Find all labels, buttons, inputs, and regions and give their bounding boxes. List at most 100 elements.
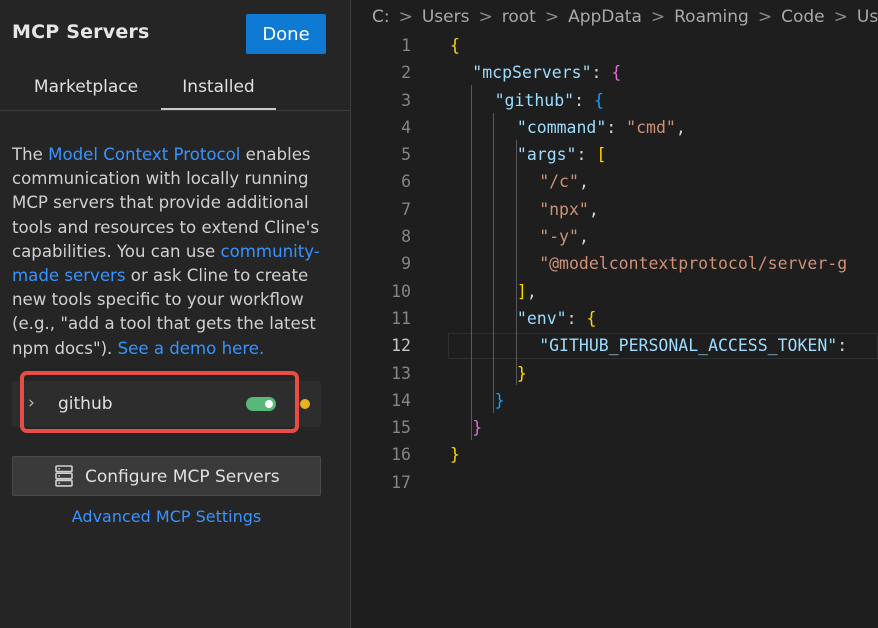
code-editor[interactable]: C:>Users>root>AppData>Roaming>Code>User>… (352, 0, 878, 628)
code-text: "mcpServers": { (472, 59, 621, 86)
done-button[interactable]: Done (246, 14, 326, 54)
demo-link[interactable]: See a demo here. (118, 339, 265, 358)
breadcrumb-segment[interactable]: AppData (568, 7, 642, 27)
code-token: : (566, 308, 587, 328)
line-number: 3 (401, 90, 411, 110)
line-number: 9 (401, 254, 411, 274)
code-text: } (450, 441, 460, 468)
panel-title: MCP Servers (12, 21, 150, 43)
code-text: "@modelcontextprotocol/server-g (539, 250, 847, 277)
code-line[interactable]: 9 "@modelcontextprotocol/server-g (352, 250, 878, 277)
code-text: "npx", (539, 196, 599, 223)
code-line[interactable]: 4 "command": "cmd", (352, 114, 878, 141)
code-line[interactable]: 8 "-y", (352, 223, 878, 250)
code-token: "cmd" (626, 117, 676, 137)
description-text: The (12, 145, 49, 164)
advanced-mcp-settings-link[interactable]: Advanced MCP Settings (0, 506, 333, 528)
code-token: ] (516, 281, 527, 301)
code-token: "mcpServers" (472, 63, 592, 83)
breadcrumb-segment[interactable]: Users (422, 7, 470, 27)
code-token: "@modelcontextprotocol/server-g (539, 254, 848, 274)
chevron-right-icon: > (833, 7, 848, 27)
code-token: : (576, 145, 597, 165)
code-text: "github": { (495, 87, 604, 114)
line-number: 4 (401, 117, 411, 137)
chevron-right-icon[interactable]: › (28, 393, 35, 413)
breadcrumb-segment[interactable]: root (502, 7, 536, 27)
code-token: { (450, 36, 460, 55)
code-line[interactable]: 1{ (352, 32, 878, 59)
breadcrumb-segment[interactable]: Code (781, 7, 825, 27)
server-enable-toggle[interactable] (246, 397, 276, 411)
breadcrumb-segment[interactable]: Roaming (674, 7, 749, 27)
code-token: "npx" (539, 199, 589, 219)
code-text: ], (517, 278, 537, 305)
line-number: 7 (401, 199, 411, 219)
code-token: "args" (516, 145, 577, 165)
code-text: { (450, 32, 460, 59)
code-token: "GITHUB_PERSONAL_ACCESS_TOKEN" (539, 336, 838, 356)
code-text: "command": "cmd", (517, 114, 686, 141)
breadcrumb: C:>Users>root>AppData>Roaming>Code>User>… (372, 5, 878, 29)
code-token: } (450, 445, 460, 465)
breadcrumb-segment[interactable]: C: (372, 7, 390, 27)
chevron-right-icon: > (478, 7, 493, 27)
code-token: "env" (516, 308, 567, 328)
line-number: 15 (391, 418, 411, 438)
code-token: , (578, 227, 589, 247)
configure-mcp-servers-button[interactable]: Configure MCP Servers (12, 456, 321, 496)
code-token: } (472, 418, 483, 438)
chevron-right-icon: > (398, 7, 413, 27)
code-token: { (586, 308, 597, 328)
code-line[interactable]: 17 (352, 469, 878, 496)
code-line[interactable]: 12 "GITHUB_PERSONAL_ACCESS_TOKEN": (352, 332, 878, 359)
code-line[interactable]: 5 "args": [ (352, 141, 878, 168)
code-line[interactable]: 3 "github": { (352, 87, 878, 114)
code-token: { (611, 63, 622, 83)
line-number: 12 (391, 336, 411, 356)
tab-installed[interactable]: Installed (161, 66, 276, 110)
server-stack-icon (55, 465, 73, 487)
code-line[interactable]: 11 "env": { (352, 305, 878, 332)
code-text: } (517, 360, 527, 387)
mcp-servers-panel: MCP Servers Done Marketplace Installed T… (0, 0, 351, 628)
indent-guide (516, 168, 517, 278)
code-line[interactable]: 16} (352, 441, 878, 468)
code-line[interactable]: 7 "npx", (352, 196, 878, 223)
line-number: 11 (391, 308, 411, 328)
code-line[interactable]: 6 "/c", (352, 168, 878, 195)
code-line[interactable]: 10], (352, 278, 878, 305)
code-token: [ (596, 145, 607, 165)
code-text: } (495, 387, 505, 414)
code-line[interactable]: 13} (352, 360, 878, 387)
indent-guide (493, 113, 494, 413)
line-number: 6 (401, 172, 411, 192)
code-text: } (472, 414, 482, 441)
code-token: : (591, 63, 612, 83)
model-context-protocol-link[interactable]: Model Context Protocol (48, 145, 240, 164)
code-line[interactable]: 2 "mcpServers": { (352, 59, 878, 86)
code-text: "env": { (517, 305, 596, 332)
line-number: 16 (391, 445, 411, 465)
code-line[interactable]: 14} (352, 387, 878, 414)
code-token: , (526, 281, 537, 301)
code-token: } (516, 363, 527, 383)
server-name: github (58, 394, 113, 414)
mcp-description: The Model Context Protocol enables commu… (12, 143, 332, 361)
line-number: 17 (391, 472, 411, 492)
code-token: : (606, 117, 627, 137)
code-token: { (593, 90, 604, 110)
code-line[interactable]: 15} (352, 414, 878, 441)
server-row-github[interactable]: › github (12, 381, 321, 427)
tab-marketplace[interactable]: Marketplace (10, 66, 162, 110)
code-text: "GITHUB_PERSONAL_ACCESS_TOKEN": (539, 332, 847, 359)
chevron-right-icon: > (650, 7, 666, 27)
breadcrumb-segment[interactable]: User (857, 7, 878, 27)
line-number: 10 (391, 281, 411, 301)
server-status-indicator (300, 399, 310, 409)
indent-guide (471, 85, 472, 440)
code-token: "/c" (539, 172, 579, 192)
code-token: } (494, 390, 505, 410)
line-number: 8 (401, 227, 411, 247)
code-lines[interactable]: 1{2 "mcpServers": { 3 "github": { 4 "command"… (352, 32, 878, 496)
